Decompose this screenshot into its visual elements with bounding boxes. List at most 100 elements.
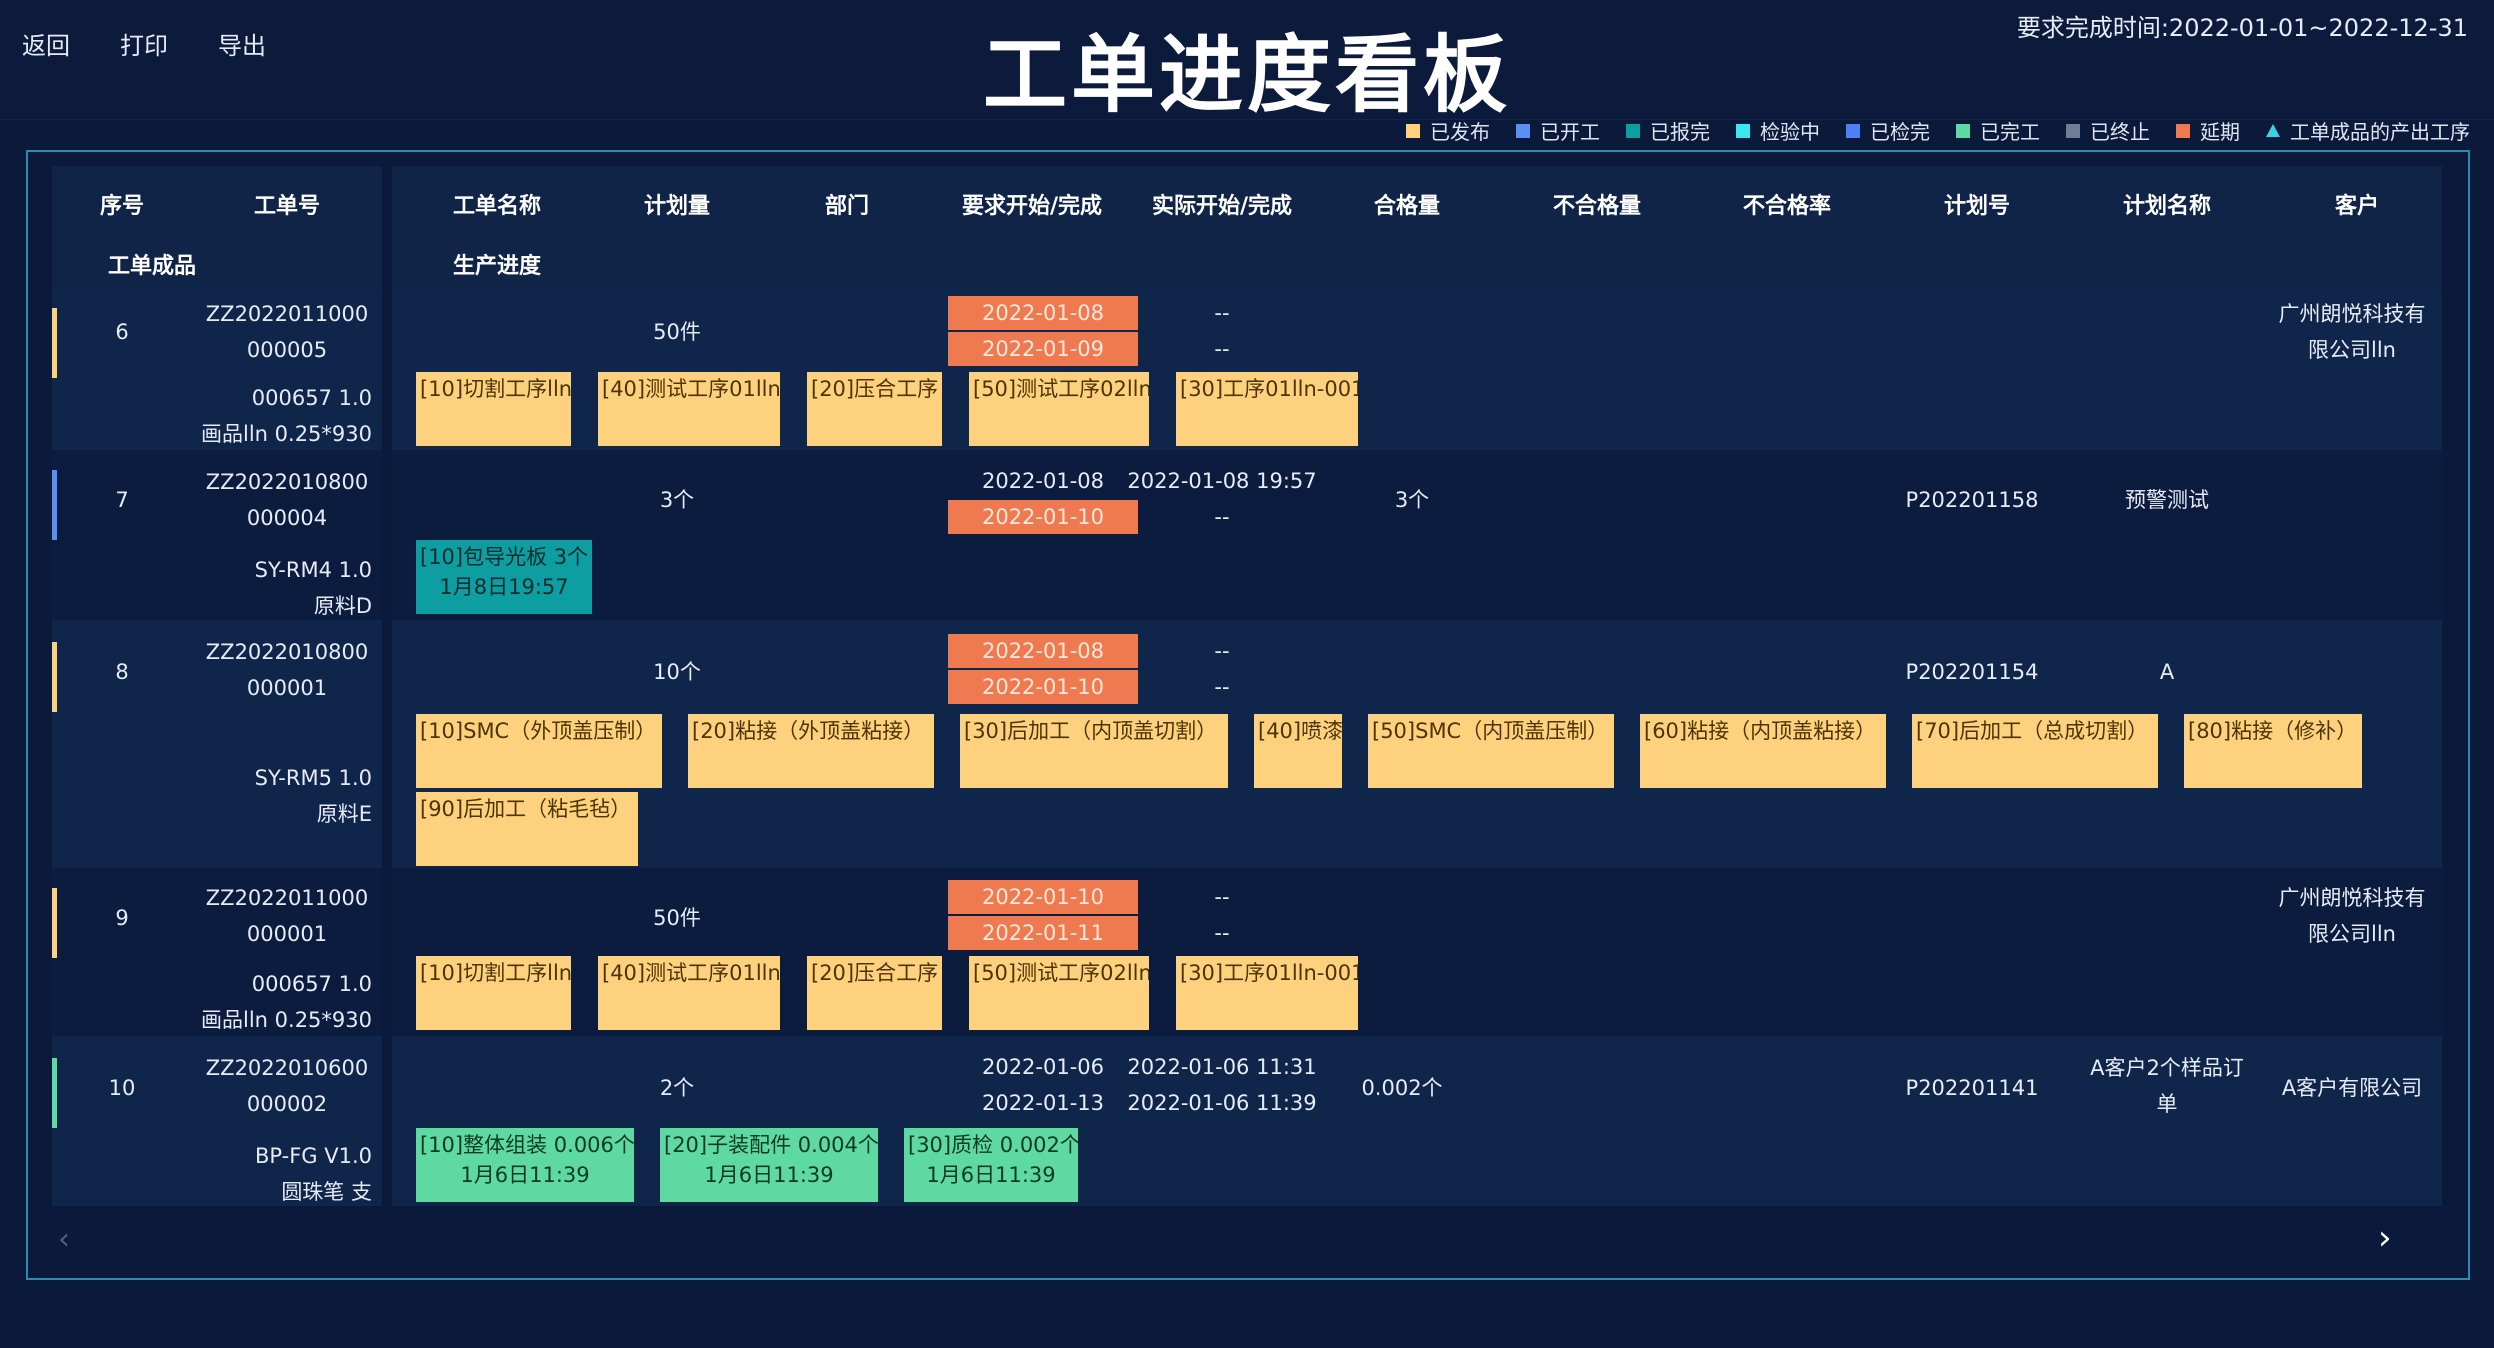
customer: 广州朗悦科技有 xyxy=(2278,886,2426,910)
swatch-icon xyxy=(2066,123,2080,138)
plan-qty: 10个 xyxy=(653,660,701,684)
process-card[interactable]: [50]测试工序02lln xyxy=(969,956,1149,1030)
plan-qty: 3个 xyxy=(659,488,695,512)
chevron-right-icon[interactable]: › xyxy=(2378,1218,2392,1258)
process-card[interactable]: [40]测试工序01lln xyxy=(598,956,780,1030)
process-time: 1月6日11:39 xyxy=(704,1163,834,1187)
process-card[interactable]: [10]包导光板 3个 1月8日19:57 xyxy=(416,540,592,614)
process-time: 1月8日19:57 xyxy=(439,575,569,599)
status-bar xyxy=(52,1058,57,1128)
process-card[interactable]: [90]后加工（粘毛毡） xyxy=(416,792,638,866)
table-row[interactable]: 7 ZZ2022010800 000004 SY-RM4 1.0 原料D 3个 … xyxy=(52,450,2442,620)
wo-no-suffix[interactable]: 000001 xyxy=(202,670,372,706)
legend-item-started: 已开工 xyxy=(1516,116,1600,145)
product-code: 000657 1.0 xyxy=(251,386,372,410)
customer: A客户有限公司 xyxy=(2281,1076,2423,1100)
process-card[interactable]: [20]压合工序 xyxy=(807,372,942,446)
product-name: 圆珠笔 支 xyxy=(281,1180,372,1204)
product-code: SY-RM4 1.0 xyxy=(254,558,372,582)
process-card[interactable]: [30]后加工（内顶盖切割） xyxy=(960,714,1228,788)
process-card[interactable]: [20]压合工序 xyxy=(807,956,942,1030)
wo-no[interactable]: ZZ2022010800 xyxy=(202,464,372,500)
process-time: 1月6日11:39 xyxy=(926,1163,1056,1187)
row-seq: 7 xyxy=(115,488,129,512)
process-name: [30]质检 0.002个 xyxy=(908,1133,1078,1157)
process-card[interactable]: [70]后加工（总成切割） xyxy=(1912,714,2158,788)
wo-no[interactable]: ZZ2022010600 xyxy=(202,1050,372,1086)
legend-item-delayed: 延期 xyxy=(2176,116,2240,145)
process-card[interactable]: [10]切割工序lln xyxy=(416,372,571,446)
legend-label: 已发布 xyxy=(1430,120,1490,144)
process-card[interactable]: [80]粘接（修补） xyxy=(2184,714,2362,788)
act-end: -- xyxy=(1214,675,1230,699)
wo-no[interactable]: ZZ2022011000 xyxy=(202,296,372,332)
legend-label: 已报完 xyxy=(1650,120,1710,144)
legend-item-terminated: 已终止 xyxy=(2066,116,2150,145)
table-row[interactable]: 6 ZZ2022011000 000005 000657 1.0 画品lln 0… xyxy=(52,290,2442,450)
table-row[interactable]: 9 ZZ2022011000 000001 000657 1.0 画品lln 0… xyxy=(52,868,2442,1036)
legend-item-completed: 已完工 xyxy=(1956,116,2040,145)
swatch-icon xyxy=(1626,123,1640,138)
chevron-left-icon[interactable]: ‹ xyxy=(58,1222,70,1257)
table-row[interactable]: 10 ZZ2022010600 000002 BP-FG V1.0 圆珠笔 支 … xyxy=(52,1036,2442,1206)
act-start: 2022-01-06 11:31 xyxy=(1127,1055,1317,1079)
process-card[interactable]: [10]切割工序lln xyxy=(416,956,571,1030)
row-seq: 8 xyxy=(115,660,129,684)
triangle-icon xyxy=(2266,124,2280,137)
process-card[interactable]: [20]粘接（外顶盖粘接） xyxy=(688,714,934,788)
plan-name-line2: 单 xyxy=(2156,1092,2178,1116)
process-name: [10]包导光板 3个 xyxy=(420,545,589,569)
act-start: 2022-01-08 19:57 xyxy=(1127,469,1317,493)
col-wo-name: 工单名称 xyxy=(452,194,541,219)
process-card[interactable]: [40]喷漆 xyxy=(1254,714,1342,788)
plan-qty: 50件 xyxy=(653,906,701,930)
col-fail: 不合格量 xyxy=(1552,194,1641,219)
legend-label: 已检完 xyxy=(1870,120,1930,144)
product-code: 000657 1.0 xyxy=(251,972,372,996)
process-name: [10]整体组装 0.006个 xyxy=(420,1133,634,1157)
wo-no-suffix[interactable]: 000005 xyxy=(202,332,372,368)
plan-no[interactable]: P202201158 xyxy=(1892,482,2052,518)
process-card[interactable]: [40]测试工序01lln xyxy=(598,372,780,446)
status-bar xyxy=(52,642,57,712)
process-card[interactable]: [30]工序01lln-001 xyxy=(1176,956,1358,1030)
swatch-icon xyxy=(1736,123,1750,138)
col-req: 要求开始/完成 xyxy=(961,194,1103,219)
process-card[interactable]: [60]粘接（内顶盖粘接） xyxy=(1640,714,1886,788)
process-card[interactable]: [30]质检 0.002个 1月6日11:39 xyxy=(904,1128,1078,1202)
plan-no[interactable]: P202201141 xyxy=(1892,1070,2052,1106)
swatch-icon xyxy=(1516,123,1530,138)
process-card[interactable]: [50]SMC（内顶盖压制） xyxy=(1368,714,1614,788)
process-card[interactable]: [20]子装配件 0.004个 1月6日11:39 xyxy=(660,1128,878,1202)
wo-no[interactable]: ZZ2022010800 xyxy=(202,634,372,670)
wo-no[interactable]: ZZ2022011000 xyxy=(202,880,372,916)
process-card[interactable]: [30]工序01lln-001 xyxy=(1176,372,1358,446)
col-product: 工单成品 xyxy=(107,254,196,279)
legend-label: 已终止 xyxy=(2090,120,2150,144)
plan-no[interactable]: P202201154 xyxy=(1892,654,2052,690)
wo-no-suffix[interactable]: 000002 xyxy=(202,1086,372,1122)
process-card[interactable]: [10]整体组装 0.006个 1月6日11:39 xyxy=(416,1128,634,1202)
process-card[interactable]: [50]测试工序02lln xyxy=(969,372,1149,446)
pass-qty: 0.002个 xyxy=(1361,1076,1443,1100)
process-name: [20]子装配件 0.004个 xyxy=(664,1133,878,1157)
work-order-board: 序号 工单号 工单成品 工单名称 生产进度 计划量 部门 要求开始/完成 实际开… xyxy=(26,150,2470,1280)
req-end: 2022-01-11 xyxy=(948,916,1138,950)
table-row[interactable]: 8 ZZ2022010800 000001 SY-RM5 1.0 原料E 10个… xyxy=(52,620,2442,868)
act-end: -- xyxy=(1214,921,1230,945)
legend-label: 工单成品的产出工序 xyxy=(2290,120,2470,144)
pass-qty: 3个 xyxy=(1394,488,1430,512)
legend-item-reported: 已报完 xyxy=(1626,116,1710,145)
legend-item-output-process: 工单成品的产出工序 xyxy=(2266,116,2470,145)
swatch-icon xyxy=(1406,123,1420,138)
swatch-icon xyxy=(1956,123,1970,138)
legend-item-published: 已发布 xyxy=(1406,116,1490,145)
col-dept: 部门 xyxy=(824,194,869,219)
col-pass: 合格量 xyxy=(1373,194,1440,219)
req-end: 2022-01-09 xyxy=(948,332,1138,366)
plan-name: A xyxy=(2159,660,2175,684)
plan-name: 预警测试 xyxy=(2125,488,2209,512)
process-card[interactable]: [10]SMC（外顶盖压制） xyxy=(416,714,662,788)
wo-no-suffix[interactable]: 000001 xyxy=(202,916,372,952)
wo-no-suffix[interactable]: 000004 xyxy=(202,500,372,536)
